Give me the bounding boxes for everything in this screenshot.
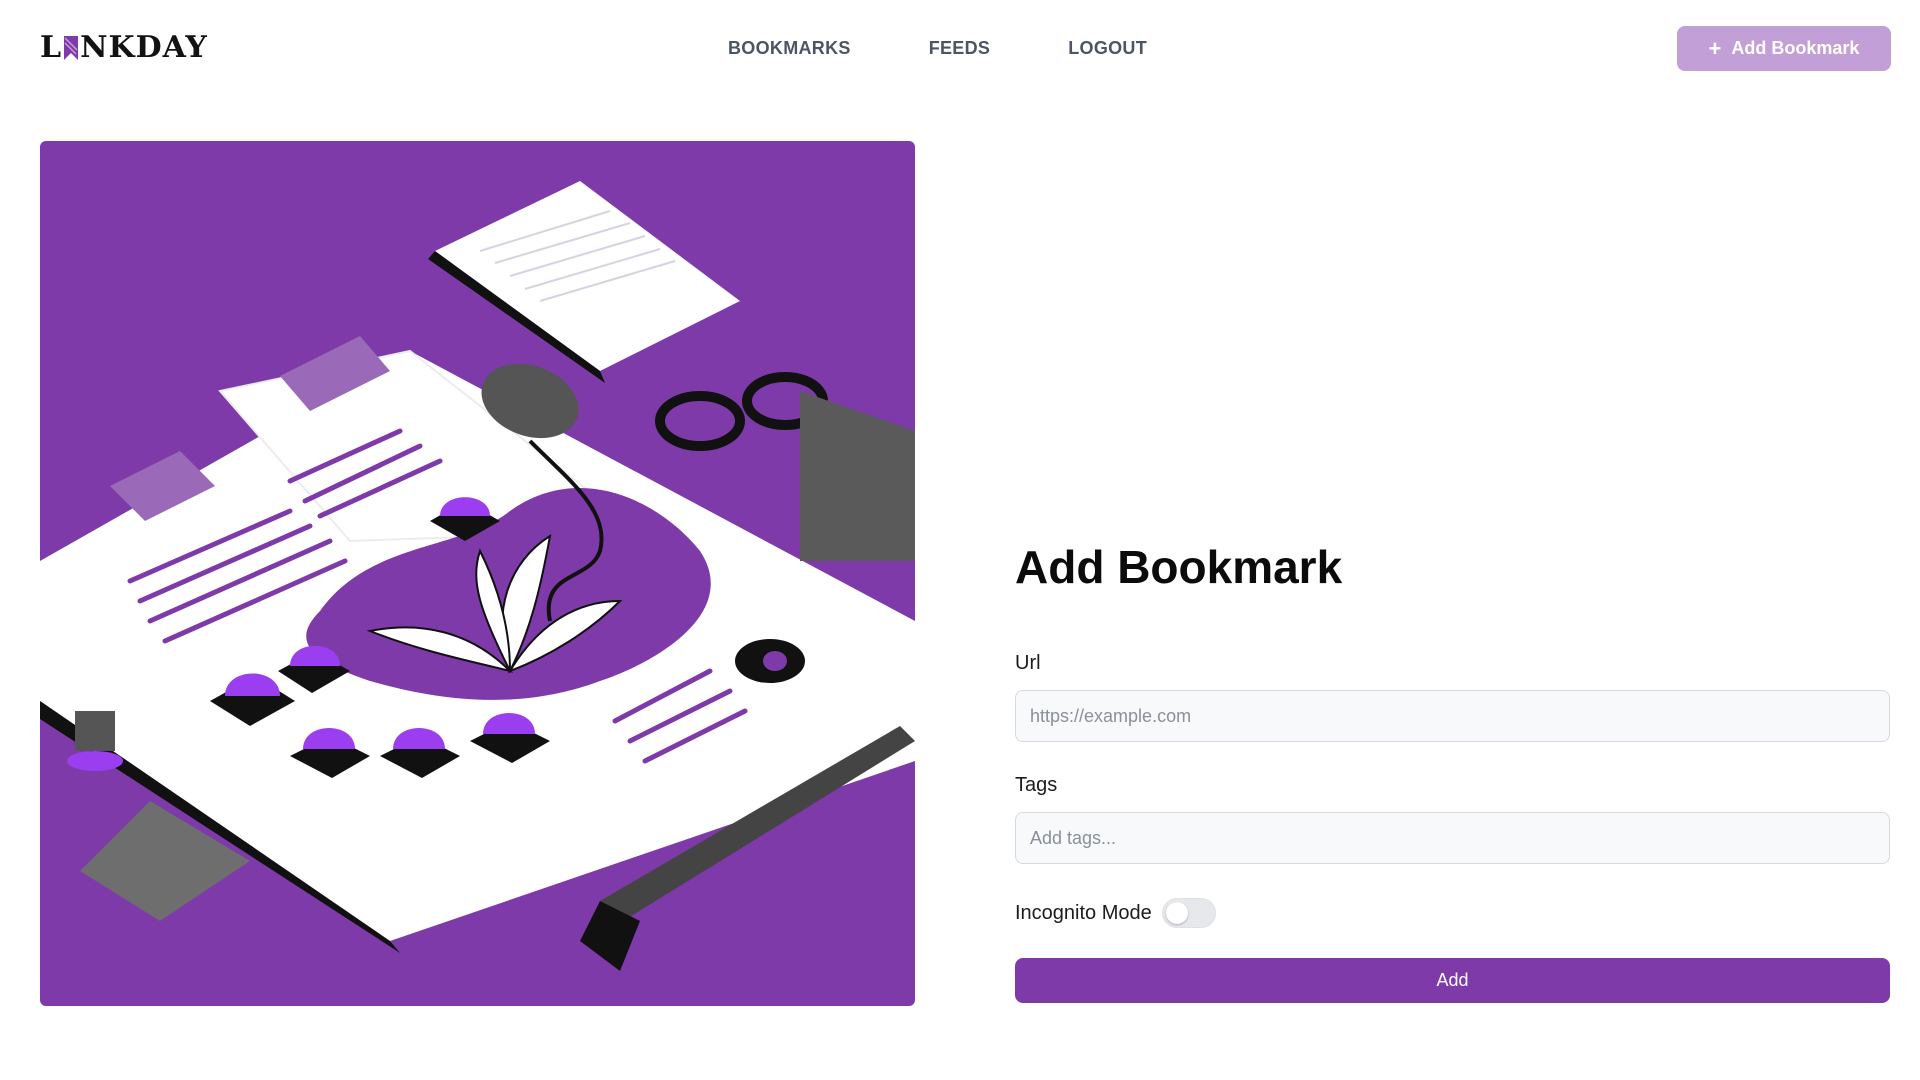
add-bookmark-form: Add Bookmark Url Tags Incognito Mode Add [1015, 540, 1890, 1003]
incognito-row: Incognito Mode [1015, 898, 1890, 928]
incognito-toggle[interactable] [1161, 898, 1216, 928]
bookmarks-illustration [40, 141, 915, 1006]
plus-icon: + [1708, 35, 1722, 61]
form-title: Add Bookmark [1015, 541, 1343, 593]
url-label: Url [1015, 652, 1041, 674]
logo[interactable]: L NKDAY [40, 30, 208, 65]
toggle-knob [1165, 902, 1188, 924]
tags-input[interactable] [1015, 812, 1890, 864]
nav-feeds[interactable]: FEEDS [929, 38, 991, 59]
logo-text-left: L [40, 30, 63, 65]
nav-logout[interactable]: LOGOUT [1068, 38, 1147, 59]
main-nav: BOOKMARKS FEEDS LOGOUT [728, 38, 1147, 59]
illustration-art [40, 181, 915, 971]
add-bookmark-header-button[interactable]: + Add Bookmark [1677, 26, 1891, 71]
tags-label: Tags [1015, 774, 1058, 796]
incognito-label: Incognito Mode [1015, 901, 1152, 924]
bookmark-logo-icon [63, 34, 79, 62]
nav-bookmarks[interactable]: BOOKMARKS [728, 38, 851, 59]
url-input[interactable] [1015, 690, 1890, 742]
logo-text-right: NKDAY [80, 30, 208, 65]
top-header: L NKDAY BOOKMARKS FEEDS LOGOUT + Add Boo… [0, 0, 1920, 100]
add-button[interactable]: Add [1015, 958, 1890, 1003]
add-bookmark-header-label: Add Bookmark [1731, 38, 1860, 58]
